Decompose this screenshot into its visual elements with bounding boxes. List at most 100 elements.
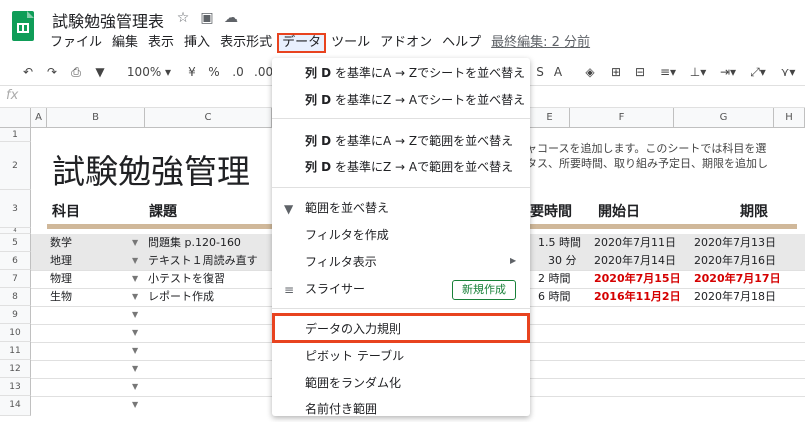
menu-help[interactable]: ヘルプ <box>437 33 486 53</box>
cell-time[interactable]: 30 分 <box>548 252 577 270</box>
column-header-a[interactable]: A <box>31 108 47 128</box>
fill-color-icon[interactable]: ◈ <box>582 64 598 80</box>
cell-start-date[interactable]: 2020年7月14日 <box>594 252 676 270</box>
document-title[interactable]: 試験勉強管理表 <box>52 8 164 32</box>
more-icon[interactable]: ⋎▾ <box>776 64 800 80</box>
menu-item-filter-views[interactable]: フィルタ表示 <box>272 249 530 275</box>
undo-icon[interactable]: ↶ <box>20 64 36 80</box>
menu-data[interactable]: データ <box>277 33 327 53</box>
row-header-7[interactable]: 7 <box>0 270 31 288</box>
dropdown-arrow-icon[interactable]: ▼ <box>132 238 138 247</box>
move-folder-icon[interactable]: ▣ <box>199 10 215 26</box>
sheet-description[interactable]: ャコースを追加します。このシートでは科目を選 タス、所要時間、取り組み予定日、期… <box>526 141 768 171</box>
menu-item-create-filter[interactable]: フィルタを作成 <box>272 222 530 248</box>
cell-task[interactable]: テキスト１周読み直す <box>148 252 258 270</box>
cell-due-date[interactable]: 2020年7月16日 <box>694 252 776 270</box>
row-header-10[interactable]: 10 <box>0 324 31 342</box>
row-header-9[interactable]: 9 <box>0 306 31 324</box>
print-icon[interactable]: ⎙ <box>68 64 84 80</box>
paint-format-icon[interactable]: ▼ <box>92 64 108 80</box>
increase-decimal-button[interactable]: .00 <box>254 64 273 80</box>
menu-item-sort-range-za[interactable]: 列 D を基準にZ → Aで範囲を並べ替え <box>272 154 530 180</box>
cell-start-date[interactable]: 2016年11月2日 <box>594 288 681 306</box>
cell-due-date[interactable]: 2020年7月13日 <box>694 234 776 252</box>
redo-icon[interactable]: ↷ <box>44 64 60 80</box>
strikethrough-button[interactable]: S <box>534 64 546 80</box>
currency-button[interactable]: ¥ <box>186 64 198 80</box>
cell-task[interactable]: レポート作成 <box>148 288 214 306</box>
row-header-2[interactable]: 2 <box>0 142 31 190</box>
dropdown-arrow-icon[interactable]: ▼ <box>132 274 138 283</box>
last-edit-link[interactable]: 最終編集: 2 分前 <box>486 33 595 53</box>
column-header-g[interactable]: G <box>674 108 774 128</box>
dropdown-arrow-icon[interactable]: ▼ <box>132 364 138 373</box>
menu-edit[interactable]: 編集 <box>107 33 143 53</box>
row-header-6[interactable]: 6 <box>0 252 31 270</box>
cell-due-date[interactable]: 2020年7月18日 <box>694 288 776 306</box>
star-icon[interactable]: ☆ <box>175 10 191 26</box>
row-header-3[interactable]: 3 <box>0 190 31 228</box>
sheets-logo-icon[interactable] <box>12 11 34 41</box>
row-header-11[interactable]: 11 <box>0 342 31 360</box>
menu-tools[interactable]: ツール <box>326 33 375 53</box>
menu-file[interactable]: ファイル <box>45 33 107 53</box>
menu-item-sort-sheet-za[interactable]: 列 D を基準にZ → Aでシートを並べ替え <box>272 87 530 113</box>
cell-time[interactable]: 1.5 時間 <box>538 234 581 252</box>
menu-item-named-ranges[interactable]: 名前付き範囲 <box>272 396 530 422</box>
column-header-f[interactable]: F <box>570 108 674 128</box>
dropdown-arrow-icon[interactable]: ▼ <box>132 400 138 409</box>
cell-time[interactable]: 2 時間 <box>538 270 571 288</box>
zoom-select[interactable]: 100% ▾ <box>126 64 172 80</box>
cell-time[interactable]: 6 時間 <box>538 288 571 306</box>
vertical-align-icon[interactable]: ⊥▾ <box>686 64 710 80</box>
row-header-1[interactable]: 1 <box>0 128 31 142</box>
column-header-b[interactable]: B <box>47 108 145 128</box>
cell-subject[interactable]: 数学 <box>50 234 72 252</box>
header-start-date[interactable]: 開始日 <box>598 201 640 221</box>
cell-task[interactable]: 小テストを復習 <box>148 270 225 288</box>
merge-cells-icon[interactable]: ⊟ <box>632 64 648 80</box>
header-task[interactable]: 課題 <box>149 201 177 221</box>
cell-start-date[interactable]: 2020年7月15日 <box>594 270 681 288</box>
cloud-status-icon[interactable]: ☁ <box>223 10 239 26</box>
borders-icon[interactable]: ⊞ <box>608 64 624 80</box>
column-header-e[interactable]: E <box>530 108 570 128</box>
dropdown-arrow-icon[interactable]: ▼ <box>132 346 138 355</box>
percent-button[interactable]: % <box>208 64 220 80</box>
dropdown-arrow-icon[interactable]: ▼ <box>132 256 138 265</box>
cell-subject[interactable]: 地理 <box>50 252 72 270</box>
row-header-12[interactable]: 12 <box>0 360 31 378</box>
menu-format[interactable]: 表示形式 <box>215 33 277 53</box>
column-header-c[interactable]: C <box>145 108 272 128</box>
cell-start-date[interactable]: 2020年7月11日 <box>594 234 676 252</box>
row-header-5[interactable]: 5 <box>0 234 31 252</box>
row-header-13[interactable]: 13 <box>0 378 31 396</box>
cell-subject[interactable]: 物理 <box>50 270 72 288</box>
menu-insert[interactable]: 挿入 <box>179 33 215 53</box>
header-time[interactable]: 要時間 <box>530 201 572 221</box>
cell-subject[interactable]: 生物 <box>50 288 72 306</box>
select-all-corner[interactable] <box>0 108 31 128</box>
header-due-date[interactable]: 期限 <box>740 201 768 221</box>
column-header-h[interactable]: H <box>774 108 805 128</box>
row-header-14[interactable]: 14 <box>0 396 31 416</box>
dropdown-arrow-icon[interactable]: ▼ <box>132 292 138 301</box>
cell-task[interactable]: 問題集 p.120-160 <box>148 234 241 252</box>
dropdown-arrow-icon[interactable]: ▼ <box>132 310 138 319</box>
text-rotation-icon[interactable]: ⤢▾ <box>746 64 770 80</box>
menu-item-sort-sheet-az[interactable]: 列 D を基準にA → Zでシートを並べ替え <box>272 60 530 86</box>
menu-item-sort-range-az[interactable]: 列 D を基準にA → Zで範囲を並べ替え <box>272 128 530 154</box>
sheet-big-title[interactable]: 試験勉強管理 <box>52 145 250 193</box>
header-subject[interactable]: 科目 <box>52 201 80 221</box>
decrease-decimal-button[interactable]: .0 <box>230 64 246 80</box>
horizontal-align-icon[interactable]: ≡▾ <box>656 64 680 80</box>
text-color-button[interactable]: A <box>552 64 564 80</box>
menu-item-pivot-table[interactable]: ピボット テーブル <box>272 343 530 369</box>
dropdown-arrow-icon[interactable]: ▼ <box>132 382 138 391</box>
menu-item-randomize-range[interactable]: 範囲をランダム化 <box>272 370 530 396</box>
dropdown-arrow-icon[interactable]: ▼ <box>132 328 138 337</box>
text-wrap-icon[interactable]: ⇥▾ <box>716 64 740 80</box>
menu-addons[interactable]: アドオン <box>375 33 437 53</box>
row-header-8[interactable]: 8 <box>0 288 31 306</box>
cell-due-date[interactable]: 2020年7月17日 <box>694 270 781 288</box>
